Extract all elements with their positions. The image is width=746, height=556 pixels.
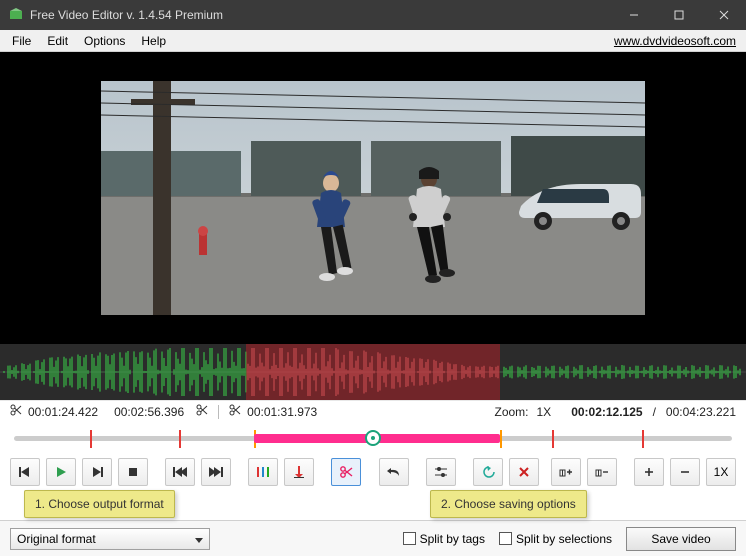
audio-waveform[interactable] <box>0 344 746 400</box>
playhead[interactable] <box>365 430 381 446</box>
bottom-bar: Original format Split by tags Split by s… <box>0 520 746 556</box>
seek-start-button[interactable] <box>165 458 195 486</box>
waveform-selection[interactable] <box>246 344 500 400</box>
zoom-out-button[interactable] <box>587 458 617 486</box>
scissors-icon <box>10 404 22 419</box>
minimize-button[interactable] <box>611 0 656 30</box>
range2-start: 00:01:31.973 <box>247 405 317 419</box>
current-time: 00:02:12.125 <box>571 405 642 419</box>
play-button[interactable] <box>46 458 76 486</box>
menu-help[interactable]: Help <box>133 32 174 50</box>
zoom-label: Zoom: <box>494 405 528 419</box>
maximize-button[interactable] <box>656 0 701 30</box>
menu-edit[interactable]: Edit <box>39 32 76 50</box>
callout-output-format: 1. Choose output format <box>24 490 175 518</box>
zoom-minus-button[interactable] <box>670 458 700 486</box>
video-preview-area <box>0 52 746 344</box>
range1-end: 00:02:56.396 <box>114 405 184 419</box>
scissors-icon <box>229 404 241 419</box>
zoom-value: 1X <box>537 405 552 419</box>
zoom-plus-button[interactable] <box>634 458 664 486</box>
dropdown-value: Original format <box>17 532 96 546</box>
save-video-button[interactable]: Save video <box>626 527 736 551</box>
menu-bar: File Edit Options Help www.dvdvideosoft.… <box>0 30 746 52</box>
checkbox-label: Split by selections <box>516 532 612 546</box>
app-icon <box>8 7 24 23</box>
zoom-reset-button[interactable]: 1X <box>706 458 736 486</box>
undo-button[interactable] <box>379 458 409 486</box>
markers-button[interactable] <box>248 458 278 486</box>
delete-button[interactable] <box>509 458 539 486</box>
stop-button[interactable] <box>118 458 148 486</box>
chevron-down-icon <box>195 532 203 546</box>
clip-info-row: 00:01:24.422 00:02:56.396 00:01:31.973 Z… <box>0 400 746 422</box>
cut-tool-button[interactable] <box>331 458 361 486</box>
video-frame[interactable] <box>101 81 645 315</box>
set-marker-button[interactable] <box>284 458 314 486</box>
split-by-tags-checkbox[interactable]: Split by tags <box>403 532 485 546</box>
checkbox-label: Split by tags <box>420 532 485 546</box>
website-link[interactable]: www.dvdvideosoft.com <box>614 34 736 48</box>
close-button[interactable] <box>701 0 746 30</box>
rotate-left-button[interactable] <box>473 458 503 486</box>
menu-file[interactable]: File <box>4 32 39 50</box>
total-time: 00:04:23.221 <box>666 405 736 419</box>
window-title: Free Video Editor v. 1.4.54 Premium <box>30 8 611 22</box>
output-format-dropdown[interactable]: Original format <box>10 528 210 550</box>
toolbar: 1X <box>0 452 746 492</box>
timeline-slider[interactable] <box>0 422 746 452</box>
seek-end-button[interactable] <box>201 458 231 486</box>
zoom-in-button[interactable] <box>551 458 581 486</box>
title-bar: Free Video Editor v. 1.4.54 Premium <box>0 0 746 30</box>
menu-options[interactable]: Options <box>76 32 133 50</box>
settings-button[interactable] <box>426 458 456 486</box>
next-frame-button[interactable] <box>82 458 112 486</box>
prev-frame-button[interactable] <box>10 458 40 486</box>
callout-saving-options: 2. Choose saving options <box>430 490 587 518</box>
range1-start: 00:01:24.422 <box>28 405 98 419</box>
scissors-icon <box>196 404 208 419</box>
split-by-selections-checkbox[interactable]: Split by selections <box>499 532 612 546</box>
